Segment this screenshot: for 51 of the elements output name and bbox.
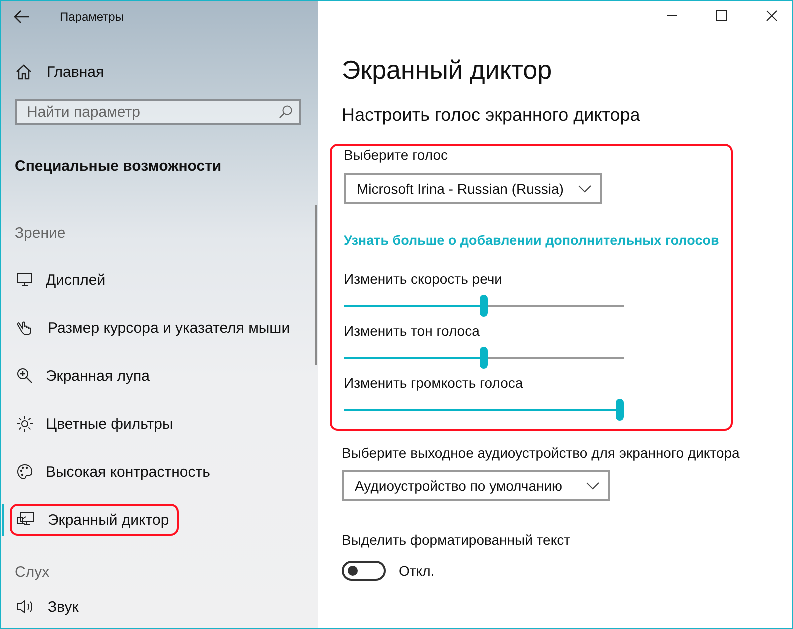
search-field[interactable]: Найти параметр bbox=[15, 99, 301, 125]
nav-label: Дисплей bbox=[46, 272, 106, 288]
nav-item[interactable]: Высокая контрастность bbox=[2, 456, 220, 488]
maximize-icon[interactable] bbox=[716, 10, 728, 22]
group-heading: Слух bbox=[15, 564, 51, 581]
voice-dropdown[interactable]: Microsoft Irina - Russian (Russia) bbox=[344, 173, 602, 204]
home-nav-item[interactable]: Главная bbox=[1, 57, 318, 87]
nav-item[interactable]: Цветные фильтры bbox=[2, 408, 184, 440]
nav-label: Звук bbox=[48, 598, 79, 616]
narrator-screen-icon bbox=[17, 512, 35, 528]
nav-item[interactable]: Размер курсора и указателя мыши bbox=[2, 312, 300, 344]
slider-label: Изменить тон голоса bbox=[344, 323, 481, 339]
window-title: Параметры bbox=[60, 10, 124, 24]
audio-device-label: Выберите выходное аудиоустройство для экранного диктора bbox=[342, 445, 741, 461]
slider-thumb[interactable] bbox=[480, 295, 488, 317]
slider-label: Изменить скорость речи bbox=[344, 271, 504, 287]
section-title: Специальные возможности bbox=[15, 158, 223, 175]
voice-label: Выберите голос bbox=[344, 147, 449, 163]
page-title: Экранный диктор bbox=[342, 55, 554, 86]
nav-item[interactable]: Экранная лупа bbox=[2, 360, 160, 392]
toggle-state: Откл. bbox=[399, 563, 435, 579]
nav-item[interactable]: Звук bbox=[2, 591, 89, 623]
zoom-in-icon bbox=[17, 368, 33, 384]
chevron-down-icon bbox=[578, 184, 592, 192]
nav-label: Размер курсора и указателя мыши bbox=[48, 320, 290, 336]
format-text-label: Выделить форматированный текст bbox=[342, 532, 572, 548]
chevron-down-icon bbox=[586, 482, 600, 490]
slider[interactable] bbox=[344, 399, 624, 421]
slider[interactable] bbox=[344, 347, 624, 369]
slider-label: Изменить громкость голоса bbox=[344, 375, 524, 391]
slider-thumb[interactable] bbox=[480, 347, 488, 369]
section-subtitle: Настроить голос экранного диктора bbox=[342, 105, 642, 126]
speaker-icon bbox=[17, 599, 35, 615]
audio-device-dropdown[interactable]: Аудиоустройство по умолчанию bbox=[342, 470, 610, 501]
toggle-switch[interactable] bbox=[342, 561, 386, 581]
sun-icon bbox=[17, 416, 33, 432]
nav-label: Экранный диктор bbox=[48, 512, 170, 528]
slider[interactable] bbox=[344, 295, 624, 317]
slider-thumb[interactable] bbox=[616, 399, 624, 421]
nav-item[interactable]: Экранный диктор bbox=[2, 504, 180, 536]
search-icon bbox=[279, 105, 293, 119]
nav-label: Экранная лупа bbox=[46, 368, 150, 384]
nav-label: Цветные фильтры bbox=[46, 416, 174, 432]
nav-item[interactable]: Дисплей bbox=[2, 264, 116, 296]
group-heading: Зрение bbox=[15, 225, 67, 242]
back-icon[interactable] bbox=[14, 10, 30, 24]
close-icon[interactable] bbox=[766, 10, 778, 22]
home-icon bbox=[16, 64, 32, 80]
monitor-icon bbox=[17, 272, 33, 288]
palette-icon bbox=[17, 464, 33, 480]
nav-label: Высокая контрастность bbox=[46, 464, 210, 480]
